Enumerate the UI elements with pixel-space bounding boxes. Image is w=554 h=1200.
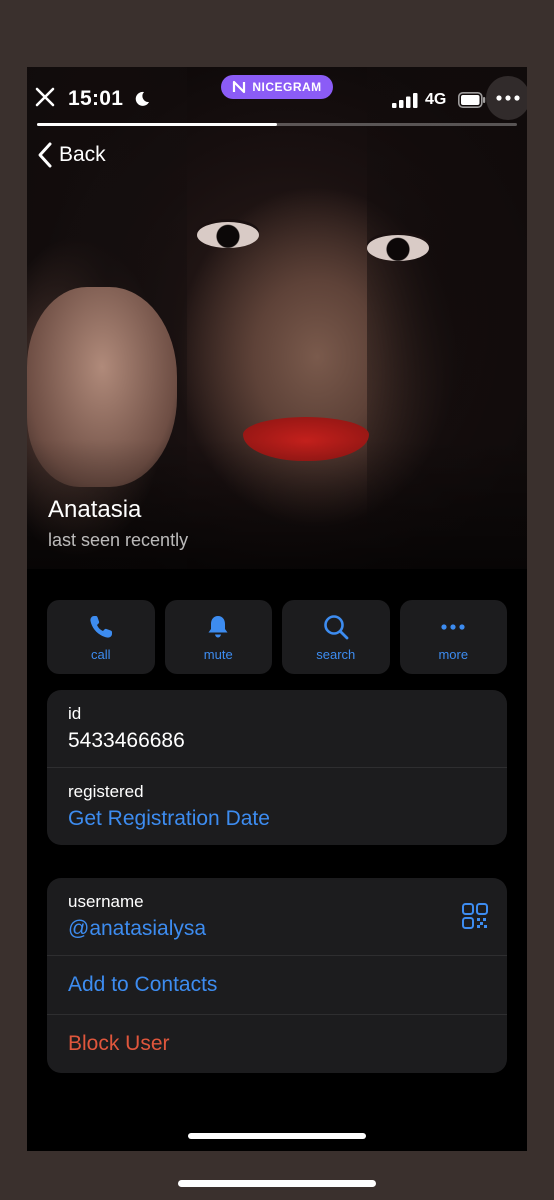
mute-button[interactable]: mute (164, 600, 272, 674)
back-button[interactable]: Back (37, 141, 106, 169)
info-card: id 5433466686 registered Get Registratio… (47, 690, 507, 845)
bell-icon (208, 615, 228, 637)
more-button[interactable]: more (399, 600, 507, 674)
mute-label: mute (203, 646, 233, 662)
nicegram-logo-icon (233, 80, 246, 94)
qr-code-icon[interactable] (461, 902, 489, 930)
ellipsis-icon (496, 95, 520, 101)
home-indicator[interactable] (188, 1133, 366, 1139)
id-label: id (68, 704, 82, 723)
more-options-button[interactable] (486, 76, 527, 120)
battery-icon (458, 92, 486, 108)
phone-icon (90, 615, 112, 638)
status-bar: 15:01 NICEGRAM 4G (27, 67, 527, 127)
account-card: username @anatasialysa Add to Contacts B… (47, 878, 507, 1073)
registered-label: registered (68, 782, 144, 801)
ellipsis-icon (441, 623, 465, 630)
profile-name: Anatasia (48, 496, 142, 523)
nicegram-badge[interactable]: NICEGRAM (221, 75, 333, 99)
nicegram-label: NICEGRAM (252, 80, 322, 94)
moon-icon (135, 91, 149, 106)
phone-screen: 15:01 NICEGRAM 4G Back Anatasia last see… (27, 67, 527, 1151)
profile-status: last seen recently (48, 530, 189, 550)
block-user-button[interactable]: Block User (47, 1015, 507, 1073)
username-label: username (68, 892, 144, 911)
registered-row[interactable]: registered Get Registration Date (47, 768, 507, 845)
id-row[interactable]: id 5433466686 (47, 690, 507, 768)
search-button[interactable]: search (282, 600, 390, 674)
more-label: more (438, 646, 469, 662)
story-progress-fill (37, 123, 277, 126)
username-row[interactable]: username @anatasialysa (47, 878, 507, 956)
close-icon[interactable] (35, 87, 55, 107)
status-time: 15:01 (68, 87, 124, 110)
device-home-indicator[interactable] (178, 1180, 376, 1187)
call-label: call (90, 646, 111, 662)
chevron-left-icon (38, 142, 52, 168)
registration-date-link[interactable]: Get Registration Date (68, 802, 486, 845)
search-label: search (316, 646, 356, 662)
search-icon (323, 614, 349, 639)
action-buttons: call mute search more (47, 600, 507, 674)
call-button[interactable]: call (47, 600, 155, 674)
id-value: 5433466686 (68, 729, 185, 752)
back-label: Back (59, 143, 106, 166)
network-type: 4G (425, 91, 447, 108)
add-to-contacts-button[interactable]: Add to Contacts (47, 956, 507, 1015)
username-value[interactable]: @anatasialysa (68, 912, 486, 955)
signal-icon (392, 93, 418, 108)
story-progress (37, 123, 517, 126)
